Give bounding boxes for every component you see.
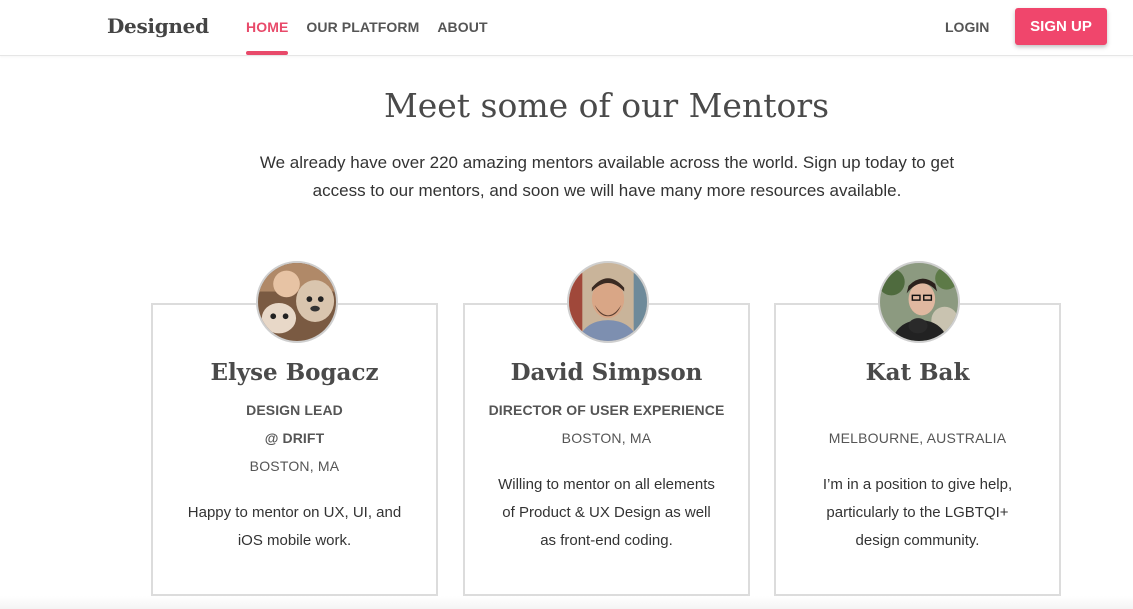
mentor-title: DESIGN LEAD	[246, 402, 343, 418]
page-title: Meet some of our Mentors	[383, 86, 830, 125]
mentor-card[interactable]: Elyse Bogacz DESIGN LEAD @ DRIFT BOSTON,…	[151, 303, 438, 596]
mentor-bio: Happy to mentor on UX, UI, and iOS mobil…	[187, 504, 402, 549]
mentor-avatar[interactable]	[878, 261, 960, 343]
mentor-bio: Willing to mentor on all elements of Pro…	[498, 476, 715, 549]
mentor-card[interactable]: Kat Bak MELBOURNE, AUSTRALIA I’m in a po…	[774, 303, 1061, 596]
avatar-photo-elyse	[258, 263, 336, 341]
intro-text: We already have over 220 amazing mentors…	[259, 153, 955, 200]
mentor-name: David Simpson	[510, 359, 703, 386]
mentor-title: DIRECTOR OF USER EXPERIENCE	[488, 402, 725, 418]
brand-logo[interactable]: Designed	[107, 14, 209, 38]
mentor-bio: I’m in a position to give help, particul…	[822, 476, 1013, 549]
mentor-name: Elyse Bogacz	[210, 359, 379, 386]
mentor-location: BOSTON, MA	[561, 430, 652, 446]
mentor-card[interactable]: David Simpson DIRECTOR OF USER EXPERIENC…	[463, 303, 750, 596]
avatar-photo-kat	[880, 263, 958, 341]
nav-our-platform[interactable]: OUR PLATFORM	[306, 0, 419, 56]
nav-home[interactable]: HOME	[246, 0, 289, 56]
mentor-location: MELBOURNE, AUSTRALIA	[828, 430, 1007, 446]
sign-up-button[interactable]: SIGN UP	[1015, 8, 1107, 45]
top-nav-bar: Designed HOME OUR PLATFORM ABOUT LOGIN S…	[0, 0, 1133, 56]
mentor-avatar[interactable]	[256, 261, 338, 343]
main-nav: HOME OUR PLATFORM ABOUT	[246, 0, 506, 56]
mentor-company: @ DRIFT	[264, 430, 325, 446]
nav-about[interactable]: ABOUT	[437, 0, 487, 56]
mentor-name: Kat Bak	[865, 359, 970, 386]
active-nav-indicator	[246, 51, 289, 55]
nav-home-label: HOME	[246, 19, 289, 35]
page-bottom-fade	[0, 596, 1133, 609]
mentor-location: BOSTON, MA	[249, 458, 340, 474]
avatar-photo-david	[569, 263, 647, 341]
mentor-avatar[interactable]	[567, 261, 649, 343]
login-link[interactable]: LOGIN	[945, 0, 989, 56]
